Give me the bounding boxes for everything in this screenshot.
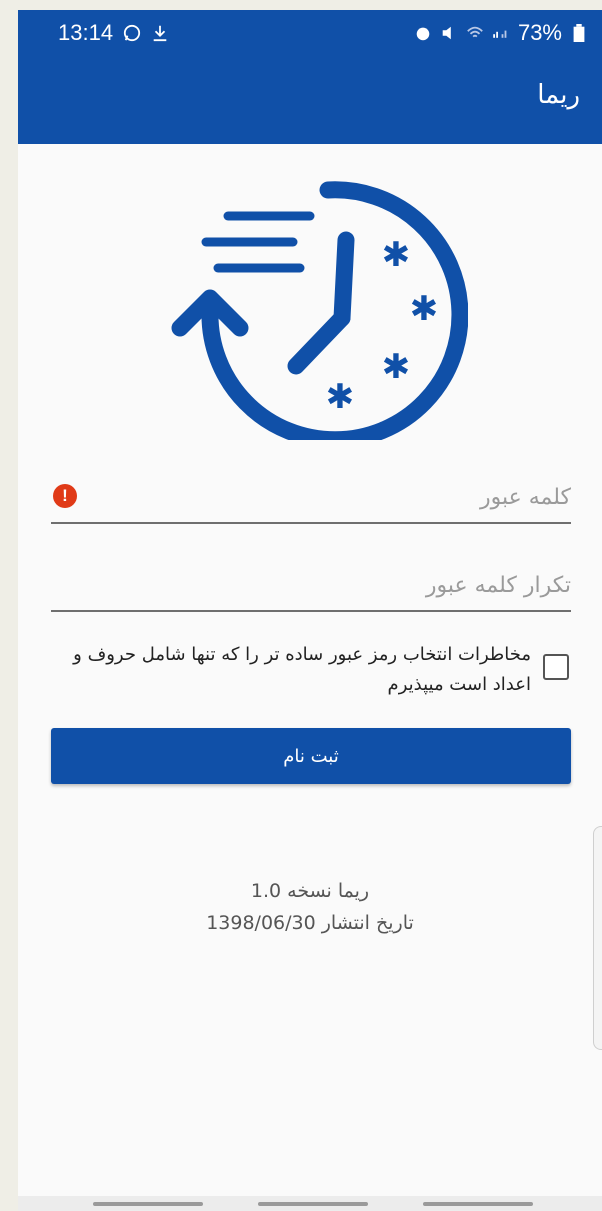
- status-left: 13:14: [58, 20, 169, 46]
- status-time: 13:14: [58, 20, 114, 45]
- app-bar: ریما: [18, 54, 602, 144]
- register-button[interactable]: ثبت نام: [51, 728, 571, 784]
- confirm-password-input[interactable]: [51, 560, 571, 610]
- wifi-icon: [467, 26, 483, 38]
- mute-icon: [442, 26, 451, 40]
- battery-percent: 73%: [517, 20, 562, 45]
- risk-accept-checkbox[interactable]: [543, 654, 569, 680]
- app-title: ریما: [537, 80, 580, 110]
- nav-back-handle[interactable]: [423, 1202, 533, 1206]
- navigation-bar: [18, 1196, 602, 1211]
- password-field[interactable]: !: [51, 472, 571, 524]
- app-version: ریما نسخه 1.0: [250, 880, 370, 902]
- battery-icon: [573, 24, 585, 42]
- app-screen: 13:14 73% ریما ✱ ✱ ✱ ✱ ! مخاطرات انتخاب …: [18, 10, 602, 1211]
- risk-accept-row[interactable]: مخاطرات انتخاب رمز عبور ساده تر را که تن…: [51, 640, 571, 700]
- edge-panel-handle[interactable]: [593, 826, 602, 1050]
- status-bar: 13:14 73%: [18, 10, 602, 54]
- svg-text:✱: ✱: [382, 347, 411, 387]
- alarm-icon: [416, 27, 430, 41]
- svg-text:✱: ✱: [382, 235, 411, 275]
- confirm-password-field[interactable]: [51, 560, 571, 612]
- svg-text:✱: ✱: [326, 377, 355, 417]
- svg-text:✱: ✱: [410, 289, 439, 329]
- risk-accept-label: مخاطرات انتخاب رمز عبور ساده تر را که تن…: [73, 644, 531, 695]
- nav-recents-handle[interactable]: [93, 1202, 203, 1206]
- clock-history-icon: ✱ ✱ ✱ ✱: [171, 181, 468, 440]
- whatsapp-icon: [123, 24, 141, 42]
- error-icon: !: [53, 484, 77, 508]
- download-icon: [153, 25, 167, 42]
- nav-home-handle[interactable]: [258, 1202, 368, 1206]
- password-input[interactable]: [51, 472, 571, 522]
- release-date: تاریخ انتشار 1398/06/30: [206, 912, 414, 934]
- signal-icon: [493, 30, 507, 38]
- status-right: 73%: [414, 20, 588, 46]
